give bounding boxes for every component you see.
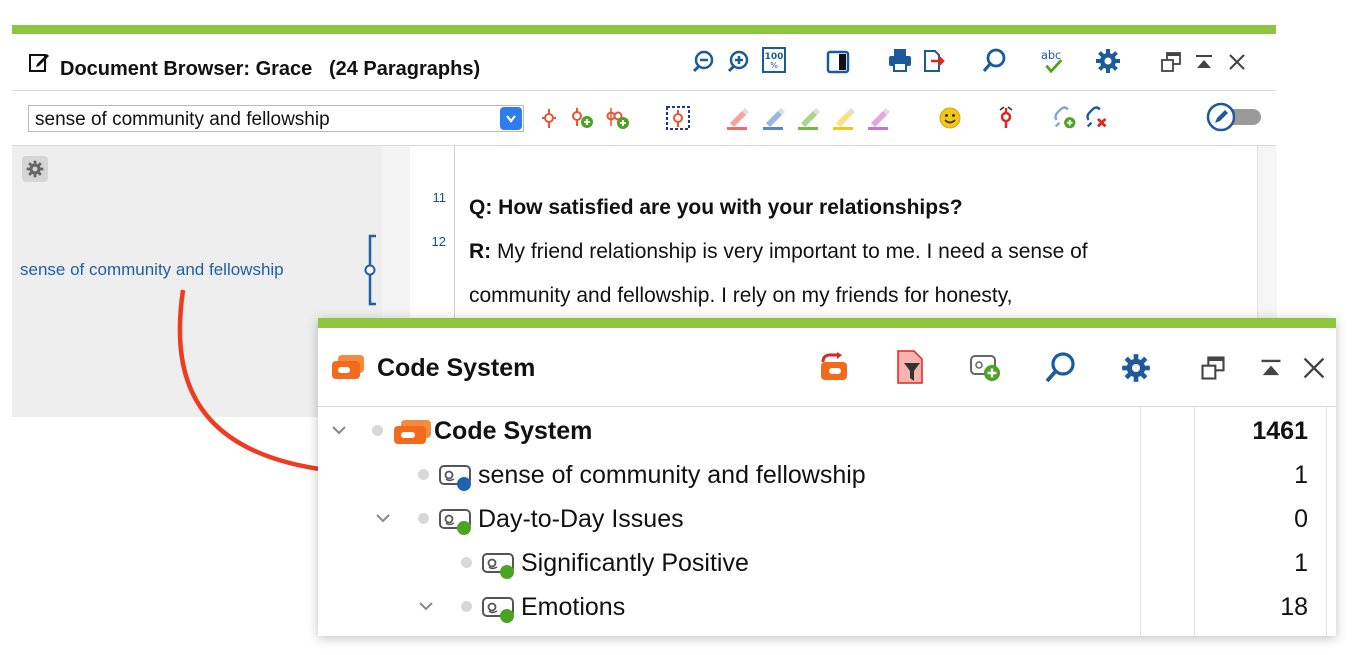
code-label: Code System bbox=[434, 417, 593, 445]
close-icon[interactable] bbox=[1298, 350, 1330, 386]
code-tag-icon bbox=[481, 594, 517, 629]
tree-row-emotions[interactable]: Emotions 18 bbox=[318, 585, 1328, 629]
code-system-titlebar: Code System bbox=[318, 328, 1336, 406]
coded-segment-count: 1 bbox=[1294, 549, 1308, 577]
window-accent-bar bbox=[318, 318, 1336, 328]
filter-icon[interactable] bbox=[892, 348, 928, 386]
activation-dot[interactable] bbox=[418, 469, 429, 480]
code-system-icon bbox=[392, 418, 434, 451]
code-tree: Code System 1461 sense of community and … bbox=[318, 407, 1336, 636]
code-system-title: Code System bbox=[377, 354, 536, 382]
coded-segment-count: 18 bbox=[1280, 593, 1308, 621]
activation-dot[interactable] bbox=[461, 557, 472, 568]
tree-row-sense-of-community[interactable]: sense of community and fellowship 1 bbox=[318, 453, 1328, 497]
code-system-icon bbox=[330, 353, 366, 386]
chevron-down-icon[interactable] bbox=[417, 597, 435, 620]
search-icon[interactable] bbox=[1042, 350, 1078, 386]
new-code-icon[interactable] bbox=[968, 350, 1004, 386]
tree-row-code-system[interactable]: Code System 1461 bbox=[318, 409, 1328, 453]
activation-dot[interactable] bbox=[418, 513, 429, 524]
coded-segment-count: 1 bbox=[1294, 461, 1308, 489]
code-system-window: Code System Code System 1461 sense of co… bbox=[318, 318, 1336, 636]
code-label: Day-to-Day Issues bbox=[478, 505, 684, 533]
undock-window-icon[interactable] bbox=[1196, 350, 1230, 386]
code-tag-icon bbox=[481, 550, 517, 585]
chevron-down-icon[interactable] bbox=[374, 509, 392, 532]
code-tag-icon bbox=[438, 462, 474, 497]
tree-row-significantly-positive[interactable]: Significantly Positive 1 bbox=[318, 541, 1328, 585]
code-label: Emotions bbox=[521, 593, 626, 621]
code-tag-icon bbox=[438, 506, 474, 541]
coded-segment-count: 0 bbox=[1294, 505, 1308, 533]
collapse-icon[interactable] bbox=[1256, 350, 1286, 386]
settings-gear-icon[interactable] bbox=[1118, 350, 1154, 386]
reset-activations-icon[interactable] bbox=[816, 350, 852, 386]
tree-row-day-to-day-issues[interactable]: Day-to-Day Issues 0 bbox=[318, 497, 1328, 541]
activation-dot[interactable] bbox=[372, 425, 383, 436]
coded-segment-count: 1461 bbox=[1252, 417, 1308, 445]
activation-dot[interactable] bbox=[461, 601, 472, 612]
code-label: sense of community and fellowship bbox=[478, 461, 866, 489]
chevron-down-icon[interactable] bbox=[330, 421, 348, 444]
code-label: Significantly Positive bbox=[521, 549, 749, 577]
